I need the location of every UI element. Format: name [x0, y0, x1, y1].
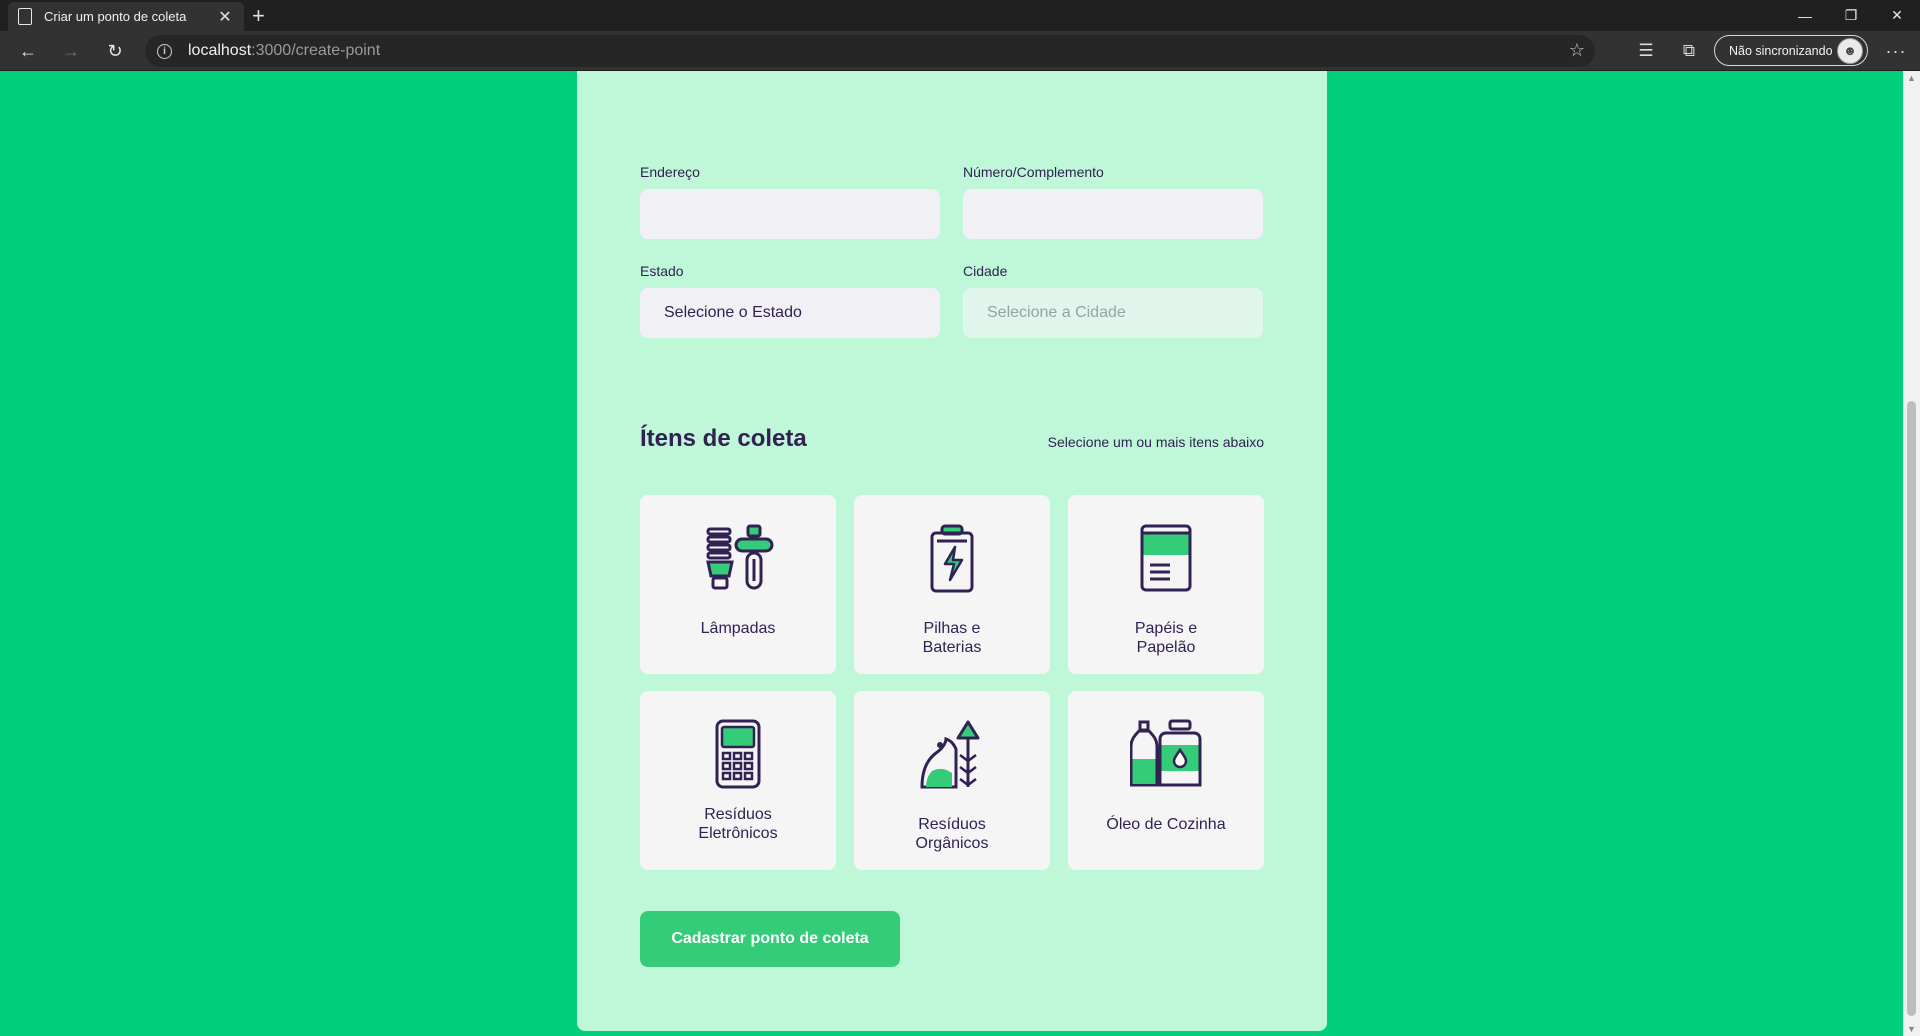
sync-label: Não sincronizando: [1729, 43, 1833, 58]
browser-tab[interactable]: Criar um ponto de coleta ✕: [8, 2, 244, 31]
item-organic[interactable]: Resíduos Orgânicos: [854, 691, 1050, 870]
info-icon[interactable]: i: [157, 43, 172, 59]
address-input[interactable]: [640, 189, 940, 239]
favorites-list-icon[interactable]: ☰: [1631, 36, 1661, 66]
window-controls: — ❐ ✕: [1782, 0, 1920, 31]
new-tab-button[interactable]: +: [252, 3, 265, 29]
page-icon: [18, 8, 32, 25]
electronics-icon: [698, 715, 778, 795]
scroll-thumb[interactable]: [1907, 401, 1916, 1016]
city-label: Cidade: [963, 263, 1008, 279]
url-path: :3000/create-point: [251, 42, 381, 59]
collections-icon[interactable]: ⧉: [1674, 36, 1704, 66]
page-scrollbar[interactable]: ▲ ▼: [1903, 71, 1920, 1036]
restore-icon[interactable]: ❐: [1828, 0, 1874, 31]
item-label: Resíduos Eletrônicos: [698, 806, 778, 842]
close-window-icon[interactable]: ✕: [1874, 0, 1920, 31]
battery-icon: [912, 519, 992, 599]
number-input[interactable]: [963, 189, 1263, 239]
item-papers[interactable]: Papéis e Papelão: [1068, 495, 1264, 674]
items-grid: Lâmpadas Pilhas e Baterias Papéis e Pape…: [640, 495, 1264, 870]
address-label: Endereço: [640, 164, 700, 180]
avatar: ☻: [1837, 37, 1863, 64]
item-label: Pilhas e Baterias: [922, 620, 982, 656]
state-label: Estado: [640, 263, 684, 279]
submit-button[interactable]: Cadastrar ponto de coleta: [640, 911, 900, 967]
scroll-up-icon[interactable]: ▲: [1907, 73, 1916, 83]
item-oil[interactable]: Óleo de Cozinha: [1068, 691, 1264, 870]
item-electronics[interactable]: Resíduos Eletrônicos: [640, 691, 836, 870]
more-menu-icon[interactable]: ···: [1880, 36, 1912, 66]
item-label: Resíduos Orgânicos: [915, 816, 989, 852]
form-card: Endereço Número/Complemento Estado Selec…: [577, 71, 1327, 1031]
paper-icon: [1126, 519, 1206, 599]
city-select[interactable]: Selecione a Cidade: [963, 288, 1263, 338]
number-label: Número/Complemento: [963, 164, 1104, 180]
favorite-star-icon[interactable]: ☆: [1569, 40, 1585, 61]
back-icon[interactable]: ←: [12, 36, 44, 66]
tab-close-icon[interactable]: ✕: [216, 7, 234, 27]
item-label: Papéis e Papelão: [1134, 620, 1198, 656]
item-label: Óleo de Cozinha: [1106, 816, 1226, 833]
refresh-icon[interactable]: ↻: [99, 36, 131, 66]
forward-icon[interactable]: →: [55, 36, 87, 66]
browser-titlebar: Criar um ponto de coleta ✕ + — ❐ ✕: [0, 0, 1920, 31]
address-bar[interactable]: i localhost:3000/create-point ☆: [145, 35, 1595, 67]
minimize-icon[interactable]: —: [1782, 0, 1828, 31]
page-viewport: Endereço Número/Complemento Estado Selec…: [0, 71, 1903, 1036]
tab-title: Criar um ponto de coleta: [44, 9, 187, 24]
item-batteries[interactable]: Pilhas e Baterias: [854, 495, 1050, 674]
scroll-down-icon[interactable]: ▼: [1907, 1024, 1916, 1034]
item-lamps[interactable]: Lâmpadas: [640, 495, 836, 674]
organic-icon: [912, 715, 992, 795]
lamp-icon: [698, 519, 778, 599]
profile-sync-button[interactable]: Não sincronizando ☻: [1714, 35, 1868, 66]
state-select[interactable]: Selecione o Estado: [640, 288, 940, 338]
url-host: localhost: [188, 42, 252, 59]
item-label: Lâmpadas: [700, 620, 776, 637]
items-section-hint: Selecione um ou mais itens abaixo: [1047, 434, 1264, 450]
oil-icon: [1126, 715, 1206, 795]
items-section-title: Ítens de coleta: [640, 425, 807, 452]
browser-toolbar: ← → ↻ i localhost:3000/create-point ☆ ☰ …: [0, 31, 1920, 71]
